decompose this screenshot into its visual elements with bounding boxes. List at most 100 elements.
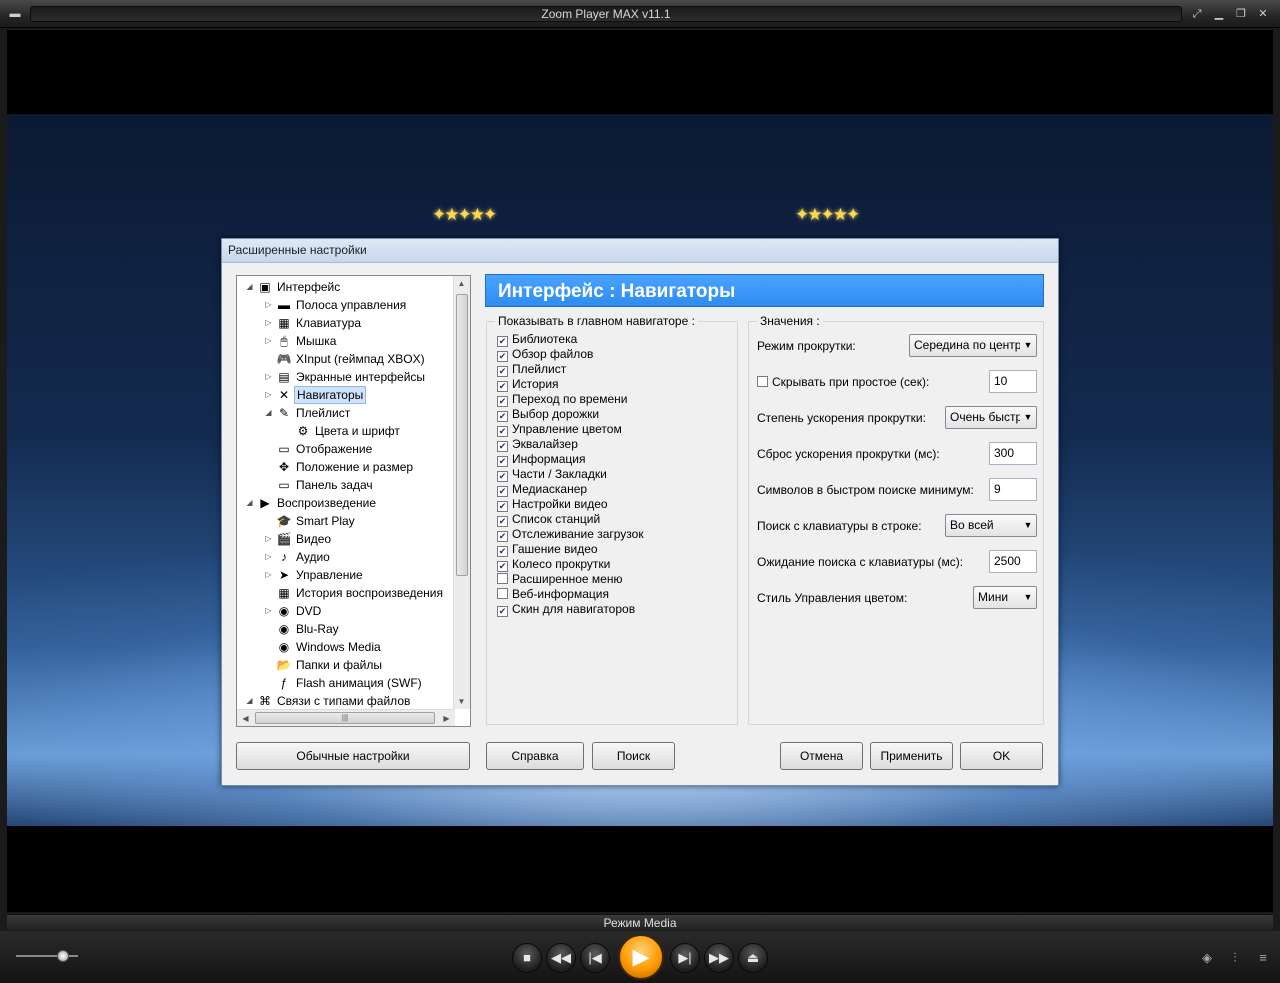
show-option-row[interactable]: ✔ История <box>497 377 559 392</box>
show-option-checkbox[interactable]: ✔ <box>497 366 508 377</box>
tree-item[interactable]: ▷ 🎬 Видео <box>237 530 453 548</box>
show-option-checkbox[interactable]: ✔ <box>497 531 508 542</box>
show-option-checkbox[interactable]: ✔ <box>497 546 508 557</box>
show-option-row[interactable]: ✔ Эквалайзер <box>497 437 578 452</box>
window-menu-icon[interactable]: ▬ <box>6 6 24 22</box>
quick-search-input[interactable]: 9 <box>989 478 1037 501</box>
tree-item[interactable]: ▷ ▤ Экранные интерфейсы <box>237 368 453 386</box>
collapsed-arrow-icon[interactable]: ▷ <box>264 602 273 620</box>
scroll-mode-select[interactable]: Середина по центру ▼ <box>909 334 1037 357</box>
collapsed-arrow-icon[interactable]: ▷ <box>264 296 273 314</box>
stop-button[interactable]: ■ <box>512 943 542 973</box>
tree-item[interactable]: ⚙ Цвета и шрифт <box>237 422 453 440</box>
show-option-checkbox[interactable]: ✔ <box>497 486 508 497</box>
show-option-row[interactable]: Веб-информация <box>497 587 609 602</box>
tree-item[interactable]: 🎮 XInput (геймпад XBOX) <box>237 350 453 368</box>
options-icon[interactable]: ≡ <box>1254 949 1272 967</box>
scroll-thumb[interactable] <box>456 294 468 576</box>
show-option-row[interactable]: Расширенное меню <box>497 572 622 587</box>
show-option-row[interactable]: ✔ Настройки видео <box>497 497 608 512</box>
fullscreen-icon[interactable]: ⤢ <box>1188 6 1206 22</box>
equalizer-icon[interactable]: ⫶ <box>1226 949 1244 967</box>
scroll-up-icon[interactable]: ▲ <box>454 279 469 288</box>
kb-search-select[interactable]: Во всей ▼ <box>945 514 1037 537</box>
kb-wait-input[interactable]: 2500 <box>989 550 1037 573</box>
ok-button[interactable]: OK <box>960 742 1043 770</box>
collapsed-arrow-icon[interactable]: ▷ <box>264 386 273 404</box>
hscroll-thumb[interactable]: ||| <box>255 712 435 724</box>
fast-forward-button[interactable]: ▶▶ <box>704 943 734 973</box>
scroll-right-icon[interactable]: ▶ <box>439 714 454 723</box>
volume-knob[interactable] <box>57 950 69 962</box>
show-option-row[interactable]: ✔ Скин для навигаторов <box>497 602 635 617</box>
scroll-accel-select[interactable]: Очень быстро ▼ <box>945 406 1037 429</box>
tree-horizontal-scrollbar[interactable]: ◀ ||| ▶ <box>237 709 455 726</box>
previous-button[interactable]: |◀ <box>580 943 610 973</box>
collapsed-arrow-icon[interactable]: ▷ <box>264 530 273 548</box>
playlist-toggle-icon[interactable]: ◈ <box>1198 949 1216 967</box>
tree-item[interactable]: ◉ Blu-Ray <box>237 620 453 638</box>
show-option-checkbox[interactable]: ✔ <box>497 516 508 527</box>
show-option-row[interactable]: ✔ Список станций <box>497 512 600 527</box>
show-option-checkbox[interactable]: ✔ <box>497 396 508 407</box>
tree-item[interactable]: ◉ Windows Media <box>237 638 453 656</box>
show-option-row[interactable]: ✔ Части / Закладки <box>497 467 607 482</box>
tree-item[interactable]: ▦ История воспроизведения <box>237 584 453 602</box>
show-option-checkbox[interactable]: ✔ <box>497 441 508 452</box>
expanded-arrow-icon[interactable]: ◢ <box>245 278 254 296</box>
tree-vertical-scrollbar[interactable]: ▲ ▼ <box>453 276 470 709</box>
show-option-row[interactable]: ✔ Выбор дорожки <box>497 407 599 422</box>
expanded-arrow-icon[interactable]: ◢ <box>245 692 254 710</box>
apply-button[interactable]: Применить <box>870 742 953 770</box>
rewind-button[interactable]: ◀◀ <box>546 943 576 973</box>
collapsed-arrow-icon[interactable]: ▷ <box>264 368 273 386</box>
tree-item[interactable]: ▭ Панель задач <box>237 476 453 494</box>
show-option-checkbox[interactable] <box>497 573 508 584</box>
show-option-checkbox[interactable]: ✔ <box>497 411 508 422</box>
tree-item[interactable]: 🎓 Smart Play <box>237 512 453 530</box>
show-option-row[interactable]: ✔ Управление цветом <box>497 422 622 437</box>
open-file-button[interactable]: ⏏ <box>738 943 768 973</box>
settings-tree[interactable]: ◢ ▣ Интерфейс ▷ ▬ Полоса управления ▷ ▦ Клавиату… <box>236 275 471 727</box>
collapsed-arrow-icon[interactable]: ▷ <box>264 332 273 350</box>
restore-icon[interactable]: ❐ <box>1232 6 1250 22</box>
tree-item[interactable]: ◢ ▣ Интерфейс <box>237 278 453 296</box>
tree-item[interactable]: ▷ ▦ Клавиатура <box>237 314 453 332</box>
minimize-icon[interactable]: ▁ <box>1210 6 1228 22</box>
tree-item[interactable]: ▷ ◉ DVD <box>237 602 453 620</box>
search-button[interactable]: Поиск <box>592 742 675 770</box>
tree-item[interactable]: ƒ Flash анимация (SWF) <box>237 674 453 692</box>
cancel-button[interactable]: Отмена <box>780 742 863 770</box>
collapsed-arrow-icon[interactable]: ▷ <box>264 314 273 332</box>
accel-reset-input[interactable]: 300 <box>989 442 1037 465</box>
tree-item[interactable]: ◢ ▶ Воспроизведение <box>237 494 453 512</box>
show-option-checkbox[interactable]: ✔ <box>497 381 508 392</box>
show-option-checkbox[interactable]: ✔ <box>497 456 508 467</box>
collapsed-arrow-icon[interactable]: ▷ <box>264 548 273 566</box>
tree-item[interactable]: ◢ ⌘ Связи с типами файлов <box>237 692 453 710</box>
help-button[interactable]: Справка <box>486 742 584 770</box>
hide-idle-input[interactable]: 10 <box>989 370 1037 393</box>
close-icon[interactable]: ✕ <box>1254 6 1272 22</box>
show-option-row[interactable]: ✔ Колесо прокрутки <box>497 557 610 572</box>
expanded-arrow-icon[interactable]: ◢ <box>245 494 254 512</box>
show-option-checkbox[interactable] <box>497 588 508 599</box>
tree-item[interactable]: 📂 Папки и файлы <box>237 656 453 674</box>
show-option-row[interactable]: ✔ Медиасканер <box>497 482 587 497</box>
show-option-row[interactable]: ✔ Обзор файлов <box>497 347 593 362</box>
show-option-row[interactable]: ✔ Информация <box>497 452 585 467</box>
show-option-checkbox[interactable]: ✔ <box>497 471 508 482</box>
show-option-checkbox[interactable]: ✔ <box>497 606 508 617</box>
show-option-checkbox[interactable]: ✔ <box>497 336 508 347</box>
show-option-row[interactable]: ✔ Отслеживание загрузок <box>497 527 644 542</box>
tree-item[interactable]: ▷ ♪ Аудио <box>237 548 453 566</box>
scroll-down-icon[interactable]: ▼ <box>454 697 469 706</box>
tree-item[interactable]: ▷ ▬ Полоса управления <box>237 296 453 314</box>
collapsed-arrow-icon[interactable]: ▷ <box>264 566 273 584</box>
tree-item[interactable]: ▷ ➤ Управление <box>237 566 453 584</box>
tree-item[interactable]: ▭ Отображение <box>237 440 453 458</box>
color-style-select[interactable]: Мини ▼ <box>973 586 1037 609</box>
next-button[interactable]: ▶| <box>670 943 700 973</box>
tree-item[interactable]: ▷ ✕ Навигаторы <box>237 386 453 404</box>
show-option-row[interactable]: ✔ Плейлист <box>497 362 566 377</box>
